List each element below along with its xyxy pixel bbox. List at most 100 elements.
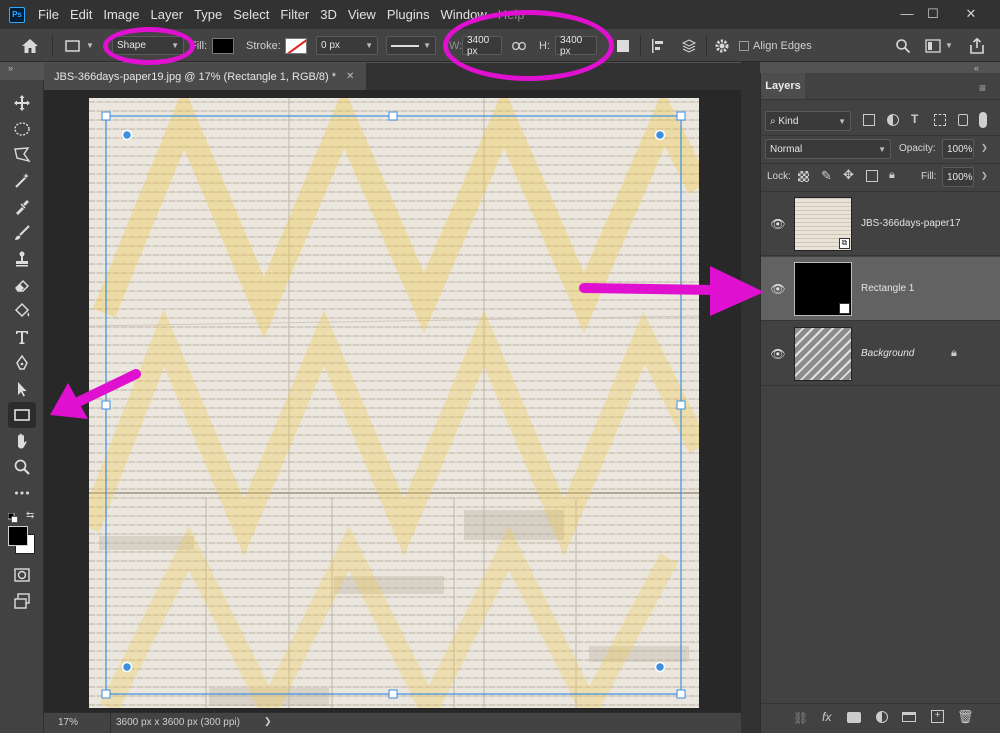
stroke-width-field[interactable]: 0 px ▼: [316, 36, 378, 55]
filter-pixel-icon[interactable]: [863, 114, 875, 126]
document-canvas[interactable]: [89, 98, 699, 708]
fill-tool[interactable]: [11, 300, 33, 322]
eye-icon[interactable]: 👁︎: [765, 282, 791, 296]
align-edges-checkbox-wrap[interactable]: Align Edges: [739, 29, 812, 62]
home-icon: [22, 38, 38, 53]
fill-label: Fill:: [921, 171, 937, 182]
menu-plugins[interactable]: Plugins: [387, 7, 430, 22]
align-edges-checkbox[interactable]: [739, 40, 749, 51]
tool-preset-picker[interactable]: ▼: [64, 29, 94, 62]
menu-3d[interactable]: 3D: [320, 7, 337, 22]
panels-collapse-toggle[interactable]: «: [974, 63, 979, 73]
filter-smart-object-icon[interactable]: [958, 114, 968, 126]
document-tab[interactable]: JBS-366days-paper19.jpg @ 17% (Rectangle…: [44, 63, 366, 90]
magic-wand-tool[interactable]: [11, 170, 33, 192]
eye-icon[interactable]: 👁︎: [765, 347, 791, 361]
trash-icon[interactable]: 🗑︎: [957, 709, 974, 725]
lock-icon[interactable]: 🔒︎: [951, 347, 957, 360]
eyedropper-tool[interactable]: [11, 196, 33, 218]
layers-tab[interactable]: Layers: [761, 73, 805, 99]
stroke-color-swatch[interactable]: [285, 37, 307, 54]
photoshop-logo-icon: Ps: [9, 6, 25, 23]
opacity-field[interactable]: 100%: [942, 139, 974, 159]
menu-layer[interactable]: Layer: [151, 7, 184, 22]
new-layer-icon[interactable]: +: [931, 710, 944, 723]
blend-mode-select[interactable]: Normal ▼: [765, 139, 891, 159]
menu-select[interactable]: Select: [233, 7, 269, 22]
filter-adjustment-icon[interactable]: [887, 114, 899, 126]
quick-mask-button[interactable]: [11, 564, 33, 586]
brush-tool[interactable]: [11, 222, 33, 244]
lock-transparent-icon[interactable]: [798, 171, 809, 182]
opacity-chevron-icon[interactable]: ❯: [981, 143, 988, 152]
lock-position-icon[interactable]: ✥: [843, 167, 854, 183]
eye-icon[interactable]: 👁︎: [765, 217, 791, 231]
layer-thumbnail-black: [794, 261, 852, 316]
layer-row-rectangle-1[interactable]: 👁︎ Rectangle 1: [761, 257, 1000, 321]
annotation-arrow-rectangle-tool: [50, 369, 141, 419]
lock-artboard-icon[interactable]: [866, 170, 878, 182]
canvas-area[interactable]: [44, 90, 741, 712]
new-group-icon[interactable]: [902, 712, 916, 722]
toolbar-collapse-toggle[interactable]: »: [8, 63, 13, 73]
status-menu-chevron-icon[interactable]: ❯: [264, 716, 272, 727]
layer-filter-select[interactable]: ⌕ Kind ▼: [765, 111, 851, 131]
chevron-down-icon: ▼: [86, 41, 94, 50]
layer-row-background[interactable]: 👁︎ Background 🔒︎: [761, 322, 1000, 386]
home-button[interactable]: [20, 29, 40, 62]
fill-field[interactable]: 100%: [942, 167, 974, 187]
path-arrangement-button[interactable]: [680, 29, 698, 62]
fill-chevron-icon[interactable]: ❯: [981, 171, 988, 180]
close-tab-button[interactable]: ✕: [346, 71, 354, 82]
path-alignment-button[interactable]: [650, 29, 666, 62]
menu-filter[interactable]: Filter: [280, 7, 309, 22]
lock-all-icon[interactable]: 🔒︎: [889, 169, 895, 182]
zoom-level[interactable]: 17%: [58, 717, 78, 728]
marquee-tool[interactable]: [11, 118, 33, 140]
swap-colors-icon[interactable]: ⇆: [26, 510, 34, 521]
adjustment-layer-icon[interactable]: [876, 711, 888, 723]
share-button[interactable]: [968, 29, 986, 62]
search-button[interactable]: [895, 29, 911, 62]
layer-name: Rectangle 1: [861, 283, 915, 294]
smart-object-badge-icon: ⧉: [839, 237, 850, 249]
menu-edit[interactable]: Edit: [70, 7, 92, 22]
menu-image[interactable]: Image: [103, 7, 139, 22]
fx-icon[interactable]: fx: [822, 710, 831, 724]
maximize-button[interactable]: ☐: [924, 5, 942, 23]
screen-mode-button[interactable]: [11, 590, 33, 612]
layer-row-paper17[interactable]: 👁︎ ⧉ JBS-366days-paper17: [761, 192, 1000, 256]
link-layers-icon[interactable]: ⛓︎: [793, 711, 808, 725]
filter-shape-icon[interactable]: [934, 114, 946, 126]
filter-toggle-switch[interactable]: [979, 112, 987, 128]
zoom-tool[interactable]: [11, 456, 33, 478]
fill-color-swatch[interactable]: [212, 37, 234, 54]
filter-type-icon[interactable]: T: [911, 112, 918, 126]
stroke-type-select[interactable]: ▼: [386, 36, 436, 55]
minimize-button[interactable]: —: [898, 5, 916, 23]
move-tool[interactable]: [11, 92, 33, 114]
menu-type[interactable]: Type: [194, 7, 222, 22]
add-mask-icon[interactable]: [847, 712, 861, 723]
pen-icon: [16, 354, 28, 370]
workspace-switcher[interactable]: ▼: [925, 29, 953, 62]
eraser-tool[interactable]: [11, 274, 33, 296]
brush-icon: [15, 225, 30, 240]
pen-tool[interactable]: [11, 352, 33, 374]
rectangle-tool[interactable]: [8, 402, 36, 428]
lock-pixels-icon[interactable]: ✎: [821, 168, 832, 184]
close-window-button[interactable]: ✕: [962, 5, 980, 23]
lasso-tool[interactable]: [11, 144, 33, 166]
menu-file[interactable]: File: [38, 7, 59, 22]
settings-button[interactable]: [714, 29, 730, 62]
clone-stamp-tool[interactable]: [11, 248, 33, 270]
foreground-color-swatch[interactable]: [8, 526, 28, 546]
default-colors-icon[interactable]: [7, 512, 18, 523]
panel-menu-icon[interactable]: ≡: [979, 81, 986, 95]
path-operations-button[interactable]: [617, 29, 629, 62]
type-tool[interactable]: [11, 326, 33, 348]
edit-toolbar-button[interactable]: [11, 482, 33, 504]
path-selection-tool[interactable]: [11, 378, 33, 400]
hand-tool[interactable]: [11, 430, 33, 452]
menu-view[interactable]: View: [348, 7, 376, 22]
